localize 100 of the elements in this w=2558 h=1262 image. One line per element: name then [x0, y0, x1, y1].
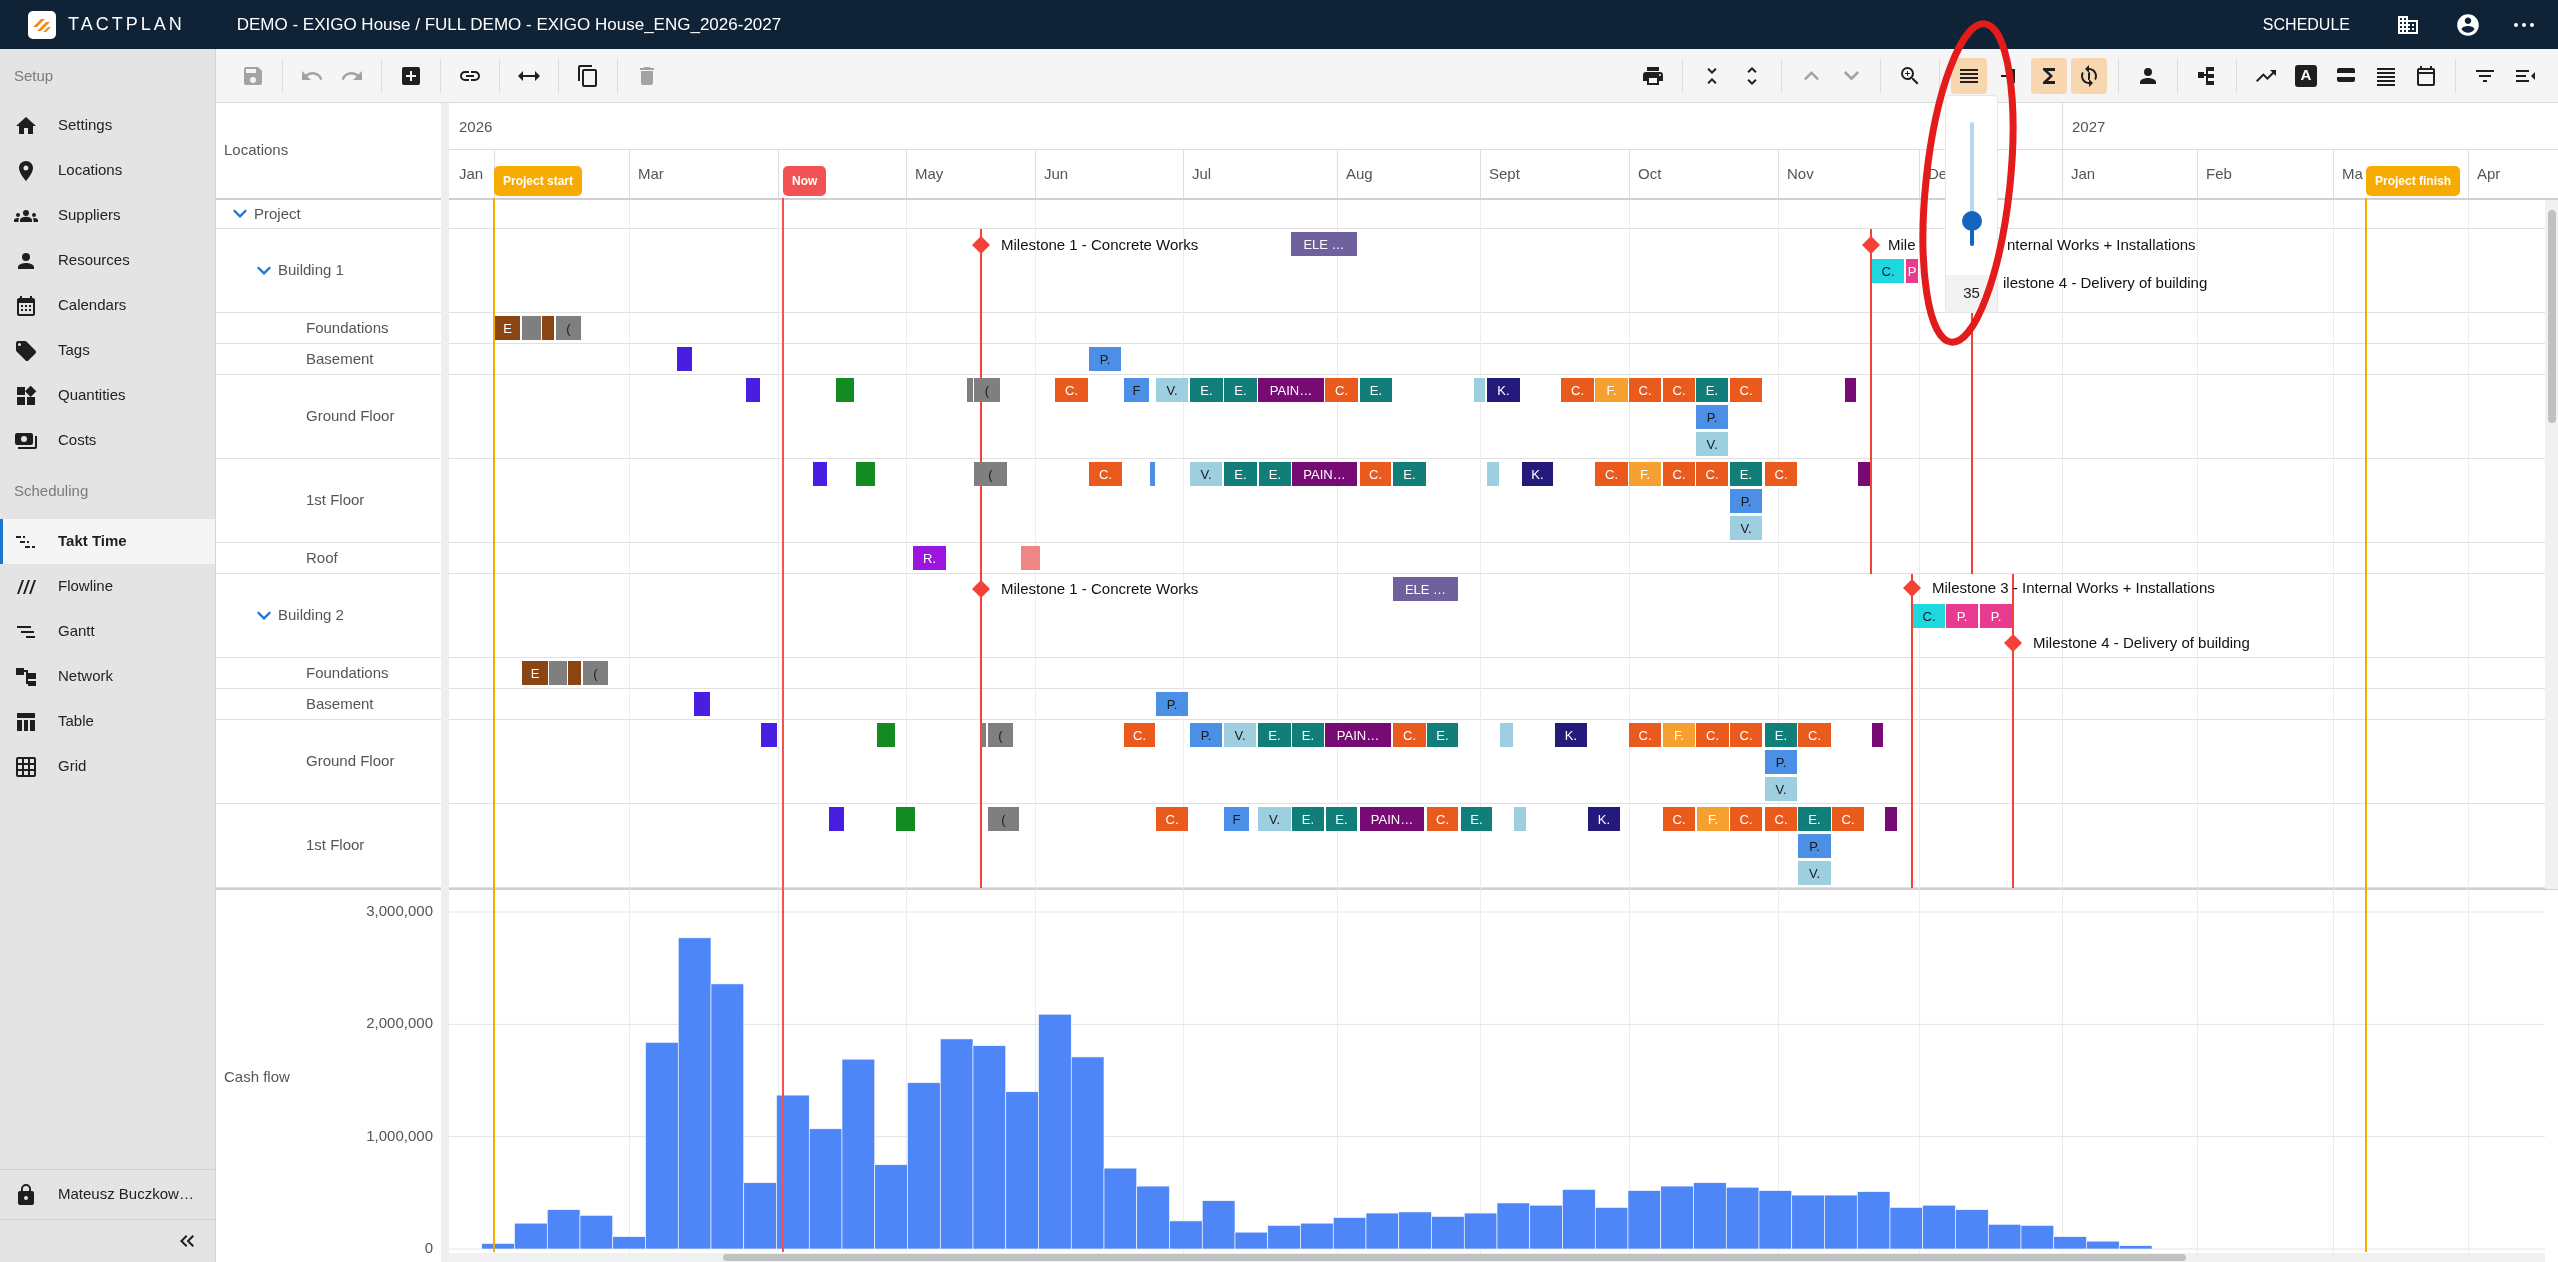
- task-bar[interactable]: C.: [1156, 807, 1188, 831]
- task-bar[interactable]: C.: [1872, 259, 1904, 283]
- location-name[interactable]: 1st Floor: [306, 834, 365, 857]
- row-density-button[interactable]: [1951, 57, 1987, 94]
- location-name[interactable]: Ground Floor: [306, 405, 395, 428]
- task-bar[interactable]: E.: [1224, 378, 1257, 402]
- location-name[interactable]: Building 1: [278, 259, 344, 282]
- milestone-diamond[interactable]: [1903, 579, 1921, 597]
- task-bar[interactable]: (: [974, 462, 1007, 486]
- sidebar-item[interactable]: Network: [0, 654, 215, 699]
- task-bar[interactable]: (: [988, 807, 1019, 831]
- task-bar[interactable]: E.: [1326, 807, 1357, 831]
- task-bar[interactable]: E.: [1224, 462, 1257, 486]
- location-name[interactable]: 1st Floor: [306, 489, 365, 512]
- task-bar[interactable]: C.: [1055, 378, 1088, 402]
- sidebar-item[interactable]: Calendars: [0, 283, 215, 328]
- task-bar[interactable]: C.: [1393, 723, 1426, 747]
- task-bar[interactable]: E.: [1393, 462, 1426, 486]
- task-bar[interactable]: (: [988, 723, 1013, 747]
- task-bar[interactable]: P: [1906, 259, 1918, 283]
- task-bar[interactable]: C.: [1832, 807, 1864, 831]
- task-bar[interactable]: E.: [1765, 723, 1797, 747]
- task-bar[interactable]: P.: [1946, 604, 1978, 628]
- task-bar[interactable]: E.: [1259, 462, 1291, 486]
- cost-sync-button[interactable]: [2071, 57, 2107, 94]
- task-bar[interactable]: E.: [1258, 723, 1291, 747]
- task-bar[interactable]: C.: [1427, 807, 1458, 831]
- task-bar[interactable]: K.: [1555, 723, 1587, 747]
- task-bar[interactable]: K.: [1487, 378, 1520, 402]
- sidebar-item[interactable]: Settings: [0, 103, 215, 148]
- task-bar[interactable]: PAIN…: [1258, 378, 1324, 402]
- sidebar-item[interactable]: Resources: [0, 238, 215, 283]
- task-bar[interactable]: E.: [1461, 807, 1492, 831]
- task-bar[interactable]: (: [974, 378, 1000, 402]
- task-bar[interactable]: P.: [1798, 834, 1831, 858]
- task-bar[interactable]: C.: [1629, 378, 1661, 402]
- task-bar[interactable]: ELE …: [1393, 577, 1458, 601]
- task-bar[interactable]: C.: [1629, 723, 1661, 747]
- task-bar[interactable]: V.: [1798, 861, 1831, 885]
- task-bar[interactable]: E.: [1427, 723, 1458, 747]
- task-bar[interactable]: V.: [1765, 777, 1797, 801]
- text-style-button[interactable]: A: [2288, 57, 2324, 94]
- task-bar[interactable]: PAIN…: [1360, 807, 1424, 831]
- task-bar[interactable]: P.: [1089, 347, 1121, 371]
- sidebar-item[interactable]: Grid: [0, 744, 215, 789]
- task-bar[interactable]: K.: [1522, 462, 1553, 486]
- task-bar[interactable]: V.: [1730, 516, 1762, 540]
- schedule-button[interactable]: SCHEDULE: [2258, 12, 2354, 37]
- task-bar[interactable]: E.: [1730, 462, 1762, 486]
- milestone-diamond[interactable]: [2004, 634, 2022, 652]
- sidebar-item[interactable]: Gantt: [0, 609, 215, 654]
- location-name[interactable]: Basement: [306, 347, 374, 371]
- sidebar-item[interactable]: Table: [0, 699, 215, 744]
- location-name[interactable]: Ground Floor: [306, 750, 395, 773]
- task-bar[interactable]: C.: [1798, 723, 1831, 747]
- sum-button[interactable]: [2031, 57, 2067, 94]
- task-bar[interactable]: C.: [1696, 723, 1729, 747]
- location-name[interactable]: Foundations: [306, 661, 389, 685]
- task-bar[interactable]: PAIN…: [1292, 462, 1357, 486]
- task-bar[interactable]: P.: [1156, 692, 1188, 716]
- task-bar[interactable]: C.: [1124, 723, 1155, 747]
- task-bar[interactable]: V.: [1224, 723, 1256, 747]
- location-name[interactable]: Project: [254, 202, 301, 226]
- milestone-diamond[interactable]: [972, 236, 990, 254]
- task-bar[interactable]: V.: [1156, 378, 1188, 402]
- task-bar[interactable]: PAIN…: [1325, 723, 1391, 747]
- task-bar[interactable]: C.: [1561, 378, 1594, 402]
- task-bar[interactable]: E: [495, 316, 520, 340]
- task-bar[interactable]: E.: [1190, 378, 1223, 402]
- task-bar[interactable]: C.: [1360, 462, 1391, 486]
- task-bar[interactable]: C.: [1663, 807, 1695, 831]
- location-name[interactable]: Roof: [306, 546, 338, 570]
- task-bar[interactable]: C.: [1595, 462, 1628, 486]
- sidebar-item[interactable]: Flowline: [0, 564, 215, 609]
- task-bar[interactable]: C.: [1663, 462, 1695, 486]
- task-bar[interactable]: C.: [1913, 604, 1945, 628]
- milestone-diamond[interactable]: [972, 580, 990, 598]
- location-name[interactable]: Foundations: [306, 316, 389, 340]
- task-bar[interactable]: E.: [1360, 378, 1392, 402]
- task-bar[interactable]: C.: [1730, 723, 1762, 747]
- location-name[interactable]: Building 2: [278, 604, 344, 627]
- task-bar[interactable]: E.: [1292, 723, 1324, 747]
- task-bar[interactable]: P.: [1980, 604, 2012, 628]
- task-bar[interactable]: C.: [1765, 807, 1797, 831]
- milestone-diamond[interactable]: [1862, 236, 1880, 254]
- task-bar[interactable]: C.: [1089, 462, 1122, 486]
- scrollbar-thumb[interactable]: [2548, 210, 2556, 423]
- task-bar[interactable]: P.: [1696, 405, 1728, 429]
- task-bar[interactable]: E.: [1292, 807, 1324, 831]
- sidebar-item[interactable]: Costs: [0, 418, 215, 463]
- task-bar[interactable]: R.: [913, 546, 946, 570]
- sidebar-item[interactable]: Suppliers: [0, 193, 215, 238]
- task-bar[interactable]: C.: [1765, 462, 1797, 486]
- location-name[interactable]: Basement: [306, 692, 374, 716]
- task-bar[interactable]: P.: [1765, 750, 1797, 774]
- task-bar[interactable]: P.: [1190, 723, 1222, 747]
- task-bar[interactable]: V.: [1190, 462, 1222, 486]
- task-bar[interactable]: V.: [1696, 432, 1728, 456]
- task-bar[interactable]: C.: [1730, 378, 1762, 402]
- task-bar[interactable]: (: [583, 661, 608, 685]
